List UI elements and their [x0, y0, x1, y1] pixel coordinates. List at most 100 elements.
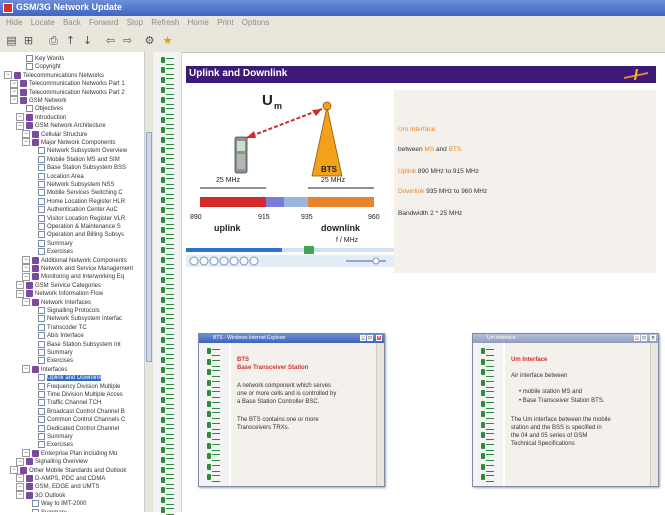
tree-scrollbar-thumb[interactable]: [146, 132, 152, 362]
topic-link-icon[interactable]: [207, 473, 221, 482]
topic-link-icon[interactable]: [207, 452, 221, 461]
end-button[interactable]: [249, 256, 259, 266]
downlink-link[interactable]: Downlink: [398, 188, 424, 195]
bts-popup-title[interactable]: BTS - Windows Internet Explorer: [199, 334, 384, 343]
menu-stop[interactable]: Stop: [127, 18, 143, 27]
topic-link-icon[interactable]: [161, 436, 175, 445]
topic-link-icon[interactable]: [161, 226, 175, 235]
topic-link-icon[interactable]: [481, 431, 495, 440]
topic-link-icon[interactable]: [481, 400, 495, 409]
expander-icon[interactable]: −: [10, 88, 18, 97]
topic-link-icon[interactable]: [161, 496, 175, 505]
topic-link-icon[interactable]: [161, 356, 175, 365]
menu-options[interactable]: Options: [242, 18, 270, 27]
expander-icon[interactable]: −: [4, 71, 12, 80]
topic-link-icon[interactable]: [161, 186, 175, 195]
highlight-icon[interactable]: ★: [160, 33, 175, 48]
ms-link[interactable]: MS: [424, 146, 434, 153]
topic-link-icon[interactable]: [207, 358, 221, 367]
topic-link-icon[interactable]: [161, 216, 175, 225]
expander-icon[interactable]: −: [16, 289, 24, 298]
topic-link-icon[interactable]: [481, 452, 495, 461]
step-back-button[interactable]: [219, 256, 229, 266]
topic-link-icon[interactable]: [161, 176, 175, 185]
maximize-icon[interactable]: □: [641, 335, 647, 341]
rewind-button[interactable]: [209, 256, 219, 266]
topic-link-icon[interactable]: [161, 366, 175, 375]
topic-link-icon[interactable]: [161, 326, 175, 335]
options-icon[interactable]: ⚙: [142, 33, 157, 48]
expander-icon[interactable]: −: [22, 365, 30, 374]
topic-link-icon[interactable]: [207, 431, 221, 440]
topic-link-icon[interactable]: [161, 276, 175, 285]
bts-popup-scrollbar[interactable]: [376, 343, 384, 486]
topic-link-icon[interactable]: [161, 396, 175, 405]
menu-back[interactable]: Back: [63, 18, 81, 27]
topic-link-icon[interactable]: [161, 126, 175, 135]
topic-link-icon[interactable]: [161, 116, 175, 125]
uplink-link[interactable]: Uplink: [398, 168, 416, 175]
topic-link-icon[interactable]: [207, 421, 221, 430]
topic-link-icon[interactable]: [207, 389, 221, 398]
volume-thumb[interactable]: [372, 257, 380, 265]
topic-link-icon[interactable]: [481, 442, 495, 451]
topic-link-icon[interactable]: [161, 506, 175, 515]
expander-icon[interactable]: −: [22, 138, 30, 147]
expander-icon[interactable]: −: [16, 121, 24, 130]
topic-link-icon[interactable]: [161, 316, 175, 325]
minimize-icon[interactable]: _: [360, 335, 366, 341]
close-icon[interactable]: ×: [376, 335, 382, 341]
menu-locate[interactable]: Locate: [31, 18, 55, 27]
back-icon[interactable]: ⇦: [103, 33, 118, 48]
topic-link-icon[interactable]: [161, 426, 175, 435]
topic-link-icon[interactable]: [481, 473, 495, 482]
expander-icon[interactable]: −: [22, 130, 30, 139]
topic-link-icon[interactable]: [481, 410, 495, 419]
topic-link-icon[interactable]: [161, 196, 175, 205]
media-progress-thumb[interactable]: [304, 246, 314, 254]
um-popup-scrollbar[interactable]: [650, 343, 658, 486]
topic-link-icon[interactable]: [161, 96, 175, 105]
topic-link-icon[interactable]: [161, 86, 175, 95]
expander-icon[interactable]: −: [22, 449, 30, 458]
topic-link-icon[interactable]: [207, 463, 221, 472]
play-button[interactable]: [189, 256, 199, 266]
topic-link-icon[interactable]: [161, 166, 175, 175]
topic-link-icon[interactable]: [161, 106, 175, 115]
print-icon[interactable]: ⎙: [46, 33, 61, 48]
topic-link-icon[interactable]: [207, 368, 221, 377]
stop-button[interactable]: [199, 256, 209, 266]
expander-icon[interactable]: −: [22, 264, 30, 273]
topic-link-icon[interactable]: [161, 406, 175, 415]
topic-link-icon[interactable]: [161, 486, 175, 495]
expander-icon[interactable]: −: [22, 256, 30, 265]
topic-link-icon[interactable]: [207, 410, 221, 419]
topic-link-icon[interactable]: [207, 400, 221, 409]
topic-link-icon[interactable]: [161, 466, 175, 475]
topic-link-icon[interactable]: [161, 206, 175, 215]
topic-link-icon[interactable]: [481, 463, 495, 472]
topic-link-icon[interactable]: [161, 236, 175, 245]
topic-link-icon[interactable]: [161, 76, 175, 85]
topic-link-icon[interactable]: [161, 476, 175, 485]
step-forward-button[interactable]: [229, 256, 239, 266]
expander-icon[interactable]: −: [10, 79, 18, 88]
um-popup-title[interactable]: Um Interface: [473, 334, 658, 343]
minimize-icon[interactable]: _: [634, 335, 640, 341]
topic-link-icon[interactable]: [481, 421, 495, 430]
topic-link-icon[interactable]: [161, 146, 175, 155]
topic-link-icon[interactable]: [161, 156, 175, 165]
expander-icon[interactable]: −: [10, 96, 18, 105]
topic-link-icon[interactable]: [161, 56, 175, 65]
arrow-down-icon[interactable]: ↓: [80, 33, 95, 48]
menu-forward[interactable]: Forward: [89, 18, 118, 27]
expander-icon[interactable]: −: [16, 491, 24, 500]
expander-icon[interactable]: −: [16, 482, 24, 491]
um-interface-link[interactable]: Um Interface: [398, 126, 435, 133]
bts-link[interactable]: BTS: [449, 146, 462, 153]
topic-link-icon[interactable]: [161, 346, 175, 355]
topic-link-icon[interactable]: [481, 347, 495, 356]
topic-link-icon[interactable]: [161, 256, 175, 265]
arrow-up-icon[interactable]: ↑: [63, 33, 78, 48]
topic-link-icon[interactable]: [207, 347, 221, 356]
